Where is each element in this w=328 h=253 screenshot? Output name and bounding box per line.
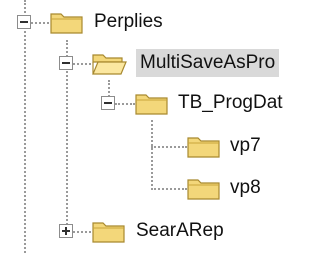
tree-item-vp8[interactable]: vp8 xyxy=(226,174,265,202)
collapse-toggle-tb-progdat[interactable] xyxy=(101,96,115,110)
collapse-toggle-perplies[interactable] xyxy=(17,15,31,29)
expand-toggle-searArep[interactable] xyxy=(59,224,73,238)
tree-connector xyxy=(151,188,187,190)
tree-item-vp7[interactable]: vp7 xyxy=(226,132,265,160)
tree-connector xyxy=(31,22,49,24)
tree-connector xyxy=(73,231,91,233)
tree-connector xyxy=(115,103,135,105)
folder-icon xyxy=(186,132,222,160)
tree-item-tb-progdat[interactable]: TB_ProgDat xyxy=(174,89,287,117)
folder-icon xyxy=(186,174,222,202)
folder-open-icon xyxy=(91,49,127,77)
tree-connector xyxy=(151,120,153,190)
tree-connector xyxy=(24,0,26,253)
tree-connector xyxy=(73,63,91,65)
tree-item-searArep[interactable]: SearARep xyxy=(132,217,228,245)
folder-icon xyxy=(49,8,85,36)
folder-icon xyxy=(91,217,127,245)
folder-tree: Perplies MultiSaveAsPro TB_ProgDat vp7 v… xyxy=(0,0,328,253)
tree-item-perplies[interactable]: Perplies xyxy=(90,8,167,36)
folder-icon xyxy=(134,89,170,117)
tree-connector xyxy=(151,146,187,148)
collapse-toggle-multisaveaspro[interactable] xyxy=(59,56,73,70)
tree-item-multisaveaspro[interactable]: MultiSaveAsPro xyxy=(136,49,280,77)
